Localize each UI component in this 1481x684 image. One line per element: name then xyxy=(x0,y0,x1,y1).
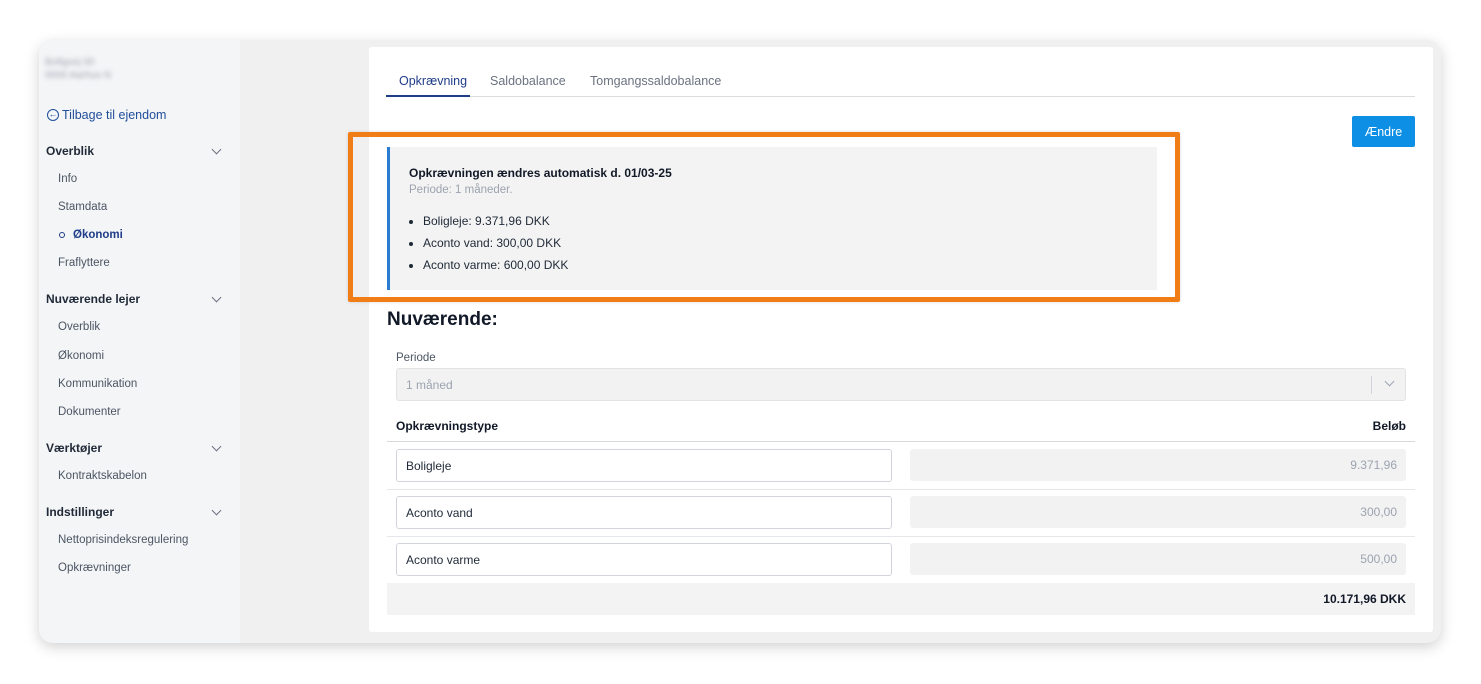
chevron-down-icon xyxy=(1384,376,1395,387)
sidebar-item-nettoprisindeksregulering[interactable]: Nettoprisindeksregulering xyxy=(58,534,188,546)
current-heading: Nuværende: xyxy=(387,309,498,330)
active-tab-indicator xyxy=(386,95,470,97)
nav-section-nuvaerende-lejer[interactable]: Nuværende lejer xyxy=(46,292,224,306)
charge-amount-field: 300,00 xyxy=(910,496,1406,528)
back-link-label: Tilbage til ejendom xyxy=(62,108,167,122)
sidebar-item-info[interactable]: Info xyxy=(58,173,77,185)
period-label: Periode xyxy=(396,352,436,364)
period-select-value: 1 måned xyxy=(406,377,453,392)
notice-item: Aconto vand: 300,00 DKK xyxy=(423,234,568,256)
nav-section-title: Nuværende lejer xyxy=(46,292,141,306)
chevron-down-icon xyxy=(211,505,222,516)
chevron-down-icon xyxy=(211,144,222,155)
nav-section-title: Overblik xyxy=(46,144,95,158)
header-divider xyxy=(387,441,1415,442)
sidebar-item-okonomi[interactable]: Økonomi xyxy=(59,229,123,241)
notice-title: Opkrævningen ændres automatisk d. 01/03-… xyxy=(409,166,672,180)
sidebar-item-stamdata[interactable]: Stamdata xyxy=(58,201,107,213)
sidebar-item-tenant-overblik[interactable]: Overblik xyxy=(58,321,100,333)
nav-section-vaerktojer[interactable]: Værktøjer xyxy=(46,441,224,455)
sidebar-item-dokumenter[interactable]: Dokumenter xyxy=(58,406,121,418)
change-notice: Opkrævningen ændres automatisk d. 01/03-… xyxy=(387,147,1157,290)
sidebar: Bofigvej 00 0000 Aarhus N ← Tilbage til … xyxy=(39,40,240,643)
sidebar-item-label: Økonomi xyxy=(73,229,123,241)
total-amount: 10.171,96 DKK xyxy=(1323,592,1406,606)
charge-amount-field: 9.371,96 xyxy=(910,449,1406,481)
sidebar-item-tenant-okonomi[interactable]: Økonomi xyxy=(58,350,104,362)
total-row: 10.171,96 DKK xyxy=(387,583,1415,615)
property-address: Bofigvej 00 0000 Aarhus N xyxy=(45,56,111,82)
app-window: Bofigvej 00 0000 Aarhus N ← Tilbage til … xyxy=(39,40,1441,643)
charge-type-field[interactable]: Aconto vand xyxy=(396,496,892,529)
active-indicator-icon xyxy=(59,232,65,238)
tab-bar: Opkrævning Saldobalance Tomgangssaldobal… xyxy=(386,69,1415,97)
nav-section-indstillinger[interactable]: Indstillinger xyxy=(46,505,224,519)
column-header-amount: Beløb xyxy=(1372,419,1406,433)
nav-section-title: Indstillinger xyxy=(46,505,115,519)
sidebar-item-kontraktskabelon[interactable]: Kontraktskabelon xyxy=(58,470,147,482)
notice-item: Aconto varme: 600,00 DKK xyxy=(423,256,568,278)
row-divider xyxy=(387,489,1415,490)
column-header-type: Opkrævningstype xyxy=(396,419,499,433)
charge-type-field[interactable]: Boligleje xyxy=(396,449,892,482)
charge-type-field[interactable]: Aconto varme xyxy=(396,543,892,576)
notice-item: Boligleje: 9.371,96 DKK xyxy=(423,212,568,234)
charge-amount-field: 500,00 xyxy=(910,543,1406,575)
select-divider xyxy=(1371,376,1372,394)
tab-tomgangssaldobalance[interactable]: Tomgangssaldobalance xyxy=(590,74,721,88)
chevron-down-icon xyxy=(211,441,222,452)
sidebar-item-kommunikation[interactable]: Kommunikation xyxy=(58,378,137,390)
back-to-property-link[interactable]: ← Tilbage til ejendom xyxy=(47,108,166,122)
notice-items: Boligleje: 9.371,96 DKK Aconto vand: 300… xyxy=(423,212,568,278)
sidebar-item-opkraevninger[interactable]: Opkrævninger xyxy=(58,562,131,574)
address-line-2: 0000 Aarhus N xyxy=(45,70,112,81)
sidebar-item-fraflyttere[interactable]: Fraflyttere xyxy=(58,257,110,269)
address-line-1: Bofigvej 00 xyxy=(45,57,95,68)
period-select[interactable]: 1 måned xyxy=(396,368,1406,401)
notice-period: Periode: 1 måneder. xyxy=(409,184,513,196)
row-divider xyxy=(387,536,1415,537)
tab-opkraevning[interactable]: Opkrævning xyxy=(399,74,467,88)
tab-saldobalance[interactable]: Saldobalance xyxy=(490,74,566,88)
nav-section-overblik[interactable]: Overblik xyxy=(46,144,224,158)
arrow-left-circle-icon: ← xyxy=(47,109,59,121)
chevron-down-icon xyxy=(211,292,222,303)
nav-section-title: Værktøjer xyxy=(46,441,103,455)
main-card: Opkrævning Saldobalance Tomgangssaldobal… xyxy=(369,47,1433,632)
edit-button[interactable]: Ændre xyxy=(1352,116,1415,147)
